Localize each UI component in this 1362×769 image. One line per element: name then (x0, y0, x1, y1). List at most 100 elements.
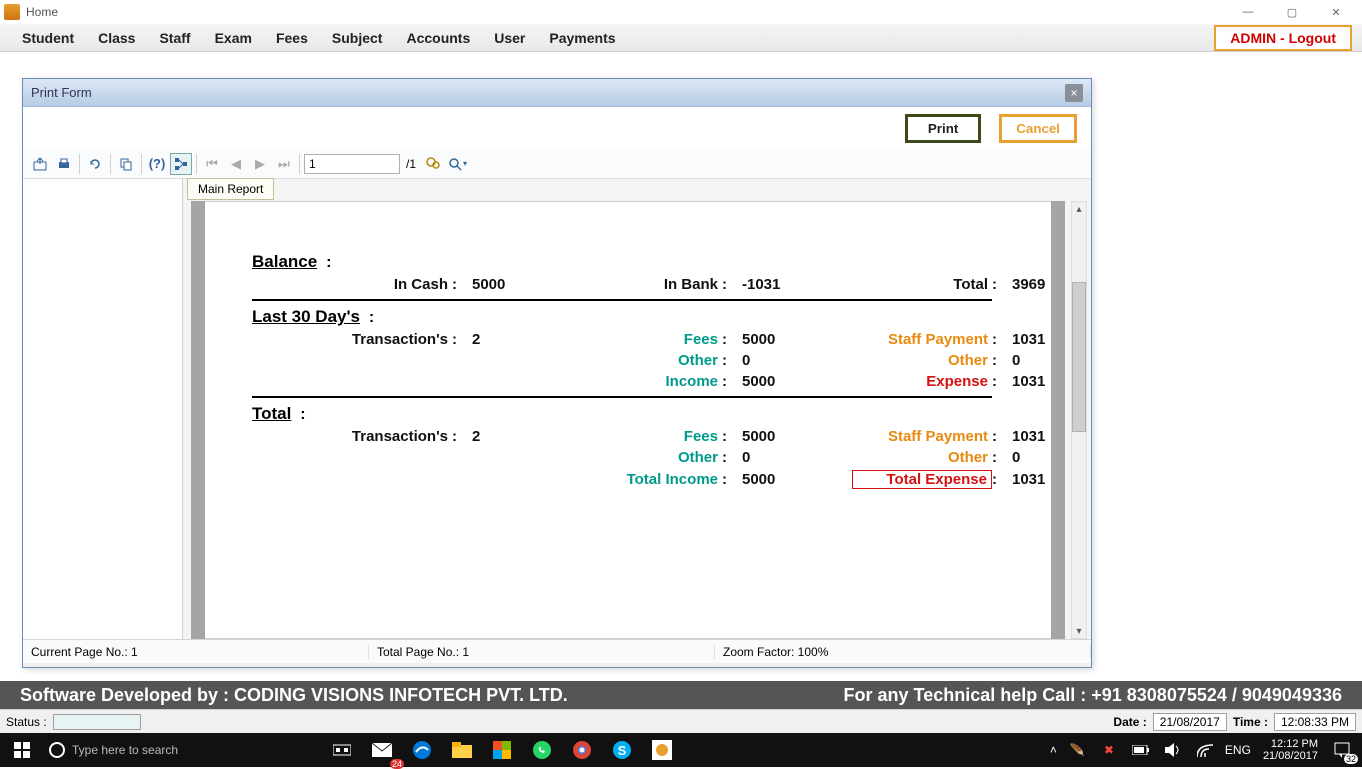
export-icon[interactable] (29, 153, 51, 175)
window-statusbar: Status : Date : 21/08/2017 Time : 12:08:… (0, 709, 1362, 733)
date-label: Date : (1113, 715, 1146, 729)
balance-heading: Balance (252, 252, 317, 272)
menu-payments[interactable]: Payments (537, 26, 627, 50)
client-area: Software Developed by : CODING VISIONS I… (0, 52, 1362, 709)
main-report-tab[interactable]: Main Report (187, 178, 274, 200)
dialog-close-button[interactable]: × (1065, 84, 1083, 102)
tray-security-icon[interactable]: ✖ (1097, 738, 1121, 762)
scroll-thumb[interactable] (1072, 282, 1086, 432)
battery-icon[interactable] (1129, 738, 1153, 762)
report-body: Main Report Balance : In Cash: 5000 In B… (23, 179, 1091, 639)
tray-app-icon[interactable]: 🪶 (1065, 738, 1089, 762)
copy-icon[interactable] (115, 153, 137, 175)
last30-heading: Last 30 Day's (252, 307, 360, 327)
in-cash-label: In Cash (252, 276, 452, 293)
system-tray: ˄ 🪶 ✖ ENG 12:12 PM 21/08/2017 32 (1050, 738, 1360, 762)
toolbar-separator (79, 154, 80, 174)
scroll-up-icon[interactable]: ▴ (1072, 202, 1086, 216)
toolbar-separator (299, 154, 300, 174)
notifications-icon[interactable]: 32 (1330, 738, 1354, 762)
cortana-icon[interactable] (42, 741, 72, 759)
tray-chevron-icon[interactable]: ˄ (1050, 743, 1057, 757)
total-expense-label: Total Expense (852, 470, 992, 489)
main-menubar: Student Class Staff Exam Fees Subject Ac… (0, 24, 1362, 52)
total-other-inc-value: 0 (742, 449, 852, 466)
total-trans-value: 2 (472, 428, 582, 445)
menu-student[interactable]: Student (10, 26, 86, 50)
group-tree-panel[interactable] (23, 179, 183, 639)
page-number-input[interactable] (304, 154, 400, 174)
menu-user[interactable]: User (482, 26, 537, 50)
window-titlebar: Home — ▢ ✕ (0, 0, 1362, 24)
taskbar-clock[interactable]: 12:12 PM 21/08/2017 (1259, 738, 1322, 762)
balance-total-label: Total (852, 276, 992, 293)
menu-staff[interactable]: Staff (147, 26, 202, 50)
network-icon[interactable] (1193, 738, 1217, 762)
total-fees-value: 5000 (742, 428, 852, 445)
footer-banner: Software Developed by : CODING VISIONS I… (0, 681, 1362, 709)
print-button[interactable]: Print (905, 114, 981, 143)
school-app-icon[interactable] (642, 733, 682, 767)
menu-fees[interactable]: Fees (264, 26, 320, 50)
menu-exam[interactable]: Exam (203, 26, 264, 50)
window-title: Home (26, 5, 58, 19)
nav-prev-icon[interactable]: ◀ (225, 153, 247, 175)
svg-text:S: S (618, 743, 627, 758)
task-view-icon[interactable] (322, 733, 362, 767)
dialog-titlebar[interactable]: Print Form × (23, 79, 1091, 107)
find-icon[interactable] (422, 153, 444, 175)
dialog-title-text: Print Form (31, 85, 92, 100)
total-fees-label: Fees (582, 428, 722, 445)
whatsapp-icon[interactable] (522, 733, 562, 767)
divider (252, 396, 992, 398)
edge-icon[interactable] (402, 733, 442, 767)
zoom-icon[interactable]: ▾ (446, 153, 468, 175)
volume-icon[interactable] (1161, 738, 1185, 762)
in-cash-value: 5000 (472, 276, 582, 293)
time-value: 12:08:33 PM (1274, 713, 1356, 731)
total-income-label: Total Income (582, 471, 722, 488)
mail-icon[interactable]: 24 (362, 733, 402, 767)
paper-margin-left (191, 201, 205, 639)
group-tree-icon[interactable] (170, 153, 192, 175)
mail-badge: 24 (390, 759, 404, 769)
toolbar-separator (141, 154, 142, 174)
help-icon[interactable]: (?) (146, 153, 168, 175)
menu-subject[interactable]: Subject (320, 26, 395, 50)
nav-last-icon[interactable]: ⏭ (273, 153, 295, 175)
total-heading: Total (252, 404, 291, 424)
cancel-button[interactable]: Cancel (999, 114, 1077, 143)
total-trans-label: Transaction's (252, 428, 452, 445)
report-viewport[interactable]: Balance : In Cash: 5000 In Bank: -1031 T… (183, 201, 1091, 639)
report-paper: Balance : In Cash: 5000 In Bank: -1031 T… (191, 201, 1065, 639)
vertical-scrollbar[interactable]: ▴ ▾ (1071, 201, 1087, 639)
taskbar: Type here to search 24 S ˄ 🪶 ✖ ENG 12:12… (0, 733, 1362, 767)
minimize-button[interactable]: — (1226, 0, 1270, 24)
search-placeholder: Type here to search (72, 743, 178, 757)
menu-accounts[interactable]: Accounts (394, 26, 482, 50)
staff-payment-label: Staff Payment (852, 331, 992, 348)
date-value: 21/08/2017 (1153, 713, 1227, 731)
explorer-icon[interactable] (442, 733, 482, 767)
page-total-label: /1 (402, 157, 420, 171)
language-indicator[interactable]: ENG (1225, 743, 1251, 757)
store-icon[interactable] (482, 733, 522, 767)
skype-icon[interactable]: S (602, 733, 642, 767)
time-label: Time : (1233, 715, 1268, 729)
nav-first-icon[interactable]: ⏮ (201, 153, 223, 175)
chrome-icon[interactable] (562, 733, 602, 767)
clock-time: 12:12 PM (1263, 738, 1318, 750)
menu-class[interactable]: Class (86, 26, 147, 50)
print-icon[interactable] (53, 153, 75, 175)
maximize-button[interactable]: ▢ (1270, 0, 1314, 24)
scroll-down-icon[interactable]: ▾ (1072, 624, 1086, 638)
start-button[interactable] (2, 733, 42, 767)
close-button[interactable]: ✕ (1314, 0, 1358, 24)
refresh-icon[interactable] (84, 153, 106, 175)
in-bank-value: -1031 (742, 276, 852, 293)
report-area: Main Report Balance : In Cash: 5000 In B… (183, 179, 1091, 639)
admin-logout-button[interactable]: ADMIN - Logout (1214, 25, 1352, 51)
expense-label: Expense (852, 373, 992, 390)
taskbar-search[interactable]: Type here to search (42, 733, 322, 767)
nav-next-icon[interactable]: ▶ (249, 153, 271, 175)
